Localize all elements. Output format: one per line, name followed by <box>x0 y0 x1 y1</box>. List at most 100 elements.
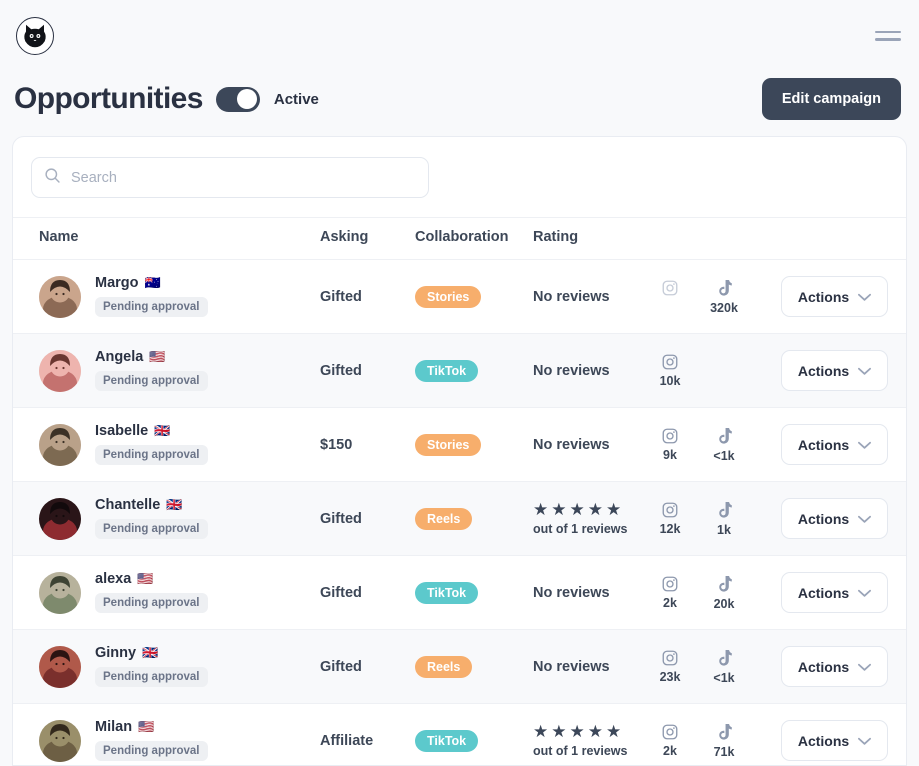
cell-name: Milan 🇺🇸 Pending approval <box>13 704 320 766</box>
cell-actions: Actions <box>773 260 906 334</box>
cell-social-stats: 10k <box>653 334 773 408</box>
avatar[interactable] <box>39 720 81 762</box>
opportunities-table: Name Asking Collaboration Rating Margo 🇦… <box>13 217 906 766</box>
instagram-follower-count: 10k <box>660 374 681 388</box>
tiktok-follower-count: 1k <box>717 523 731 537</box>
tiktok-stat[interactable]: 71k <box>707 723 741 759</box>
table-row[interactable]: Angela 🇺🇸 Pending approval GiftedTikTokN… <box>13 334 906 408</box>
creator-name: Milan 🇺🇸 <box>95 720 208 736</box>
page-title: Opportunities <box>14 82 203 116</box>
cell-social-stats: 23k <1k <box>653 630 773 704</box>
creator-name: Isabelle 🇬🇧 <box>95 424 208 440</box>
edit-campaign-button[interactable]: Edit campaign <box>762 78 901 120</box>
table-row[interactable]: Ginny 🇬🇧 Pending approval GiftedReelsNo … <box>13 630 906 704</box>
actions-label: Actions <box>798 511 849 527</box>
cell-actions: Actions <box>773 630 906 704</box>
column-header-actions <box>773 218 906 260</box>
instagram-stat[interactable]: 2k <box>653 723 687 759</box>
cell-actions: Actions <box>773 556 906 630</box>
column-header-social <box>653 218 773 260</box>
table-row[interactable]: alexa 🇺🇸 Pending approval GiftedTikTokNo… <box>13 556 906 630</box>
status-badge: Pending approval <box>95 593 208 613</box>
country-flag-icon: 🇬🇧 <box>154 424 170 438</box>
instagram-follower-count: 12k <box>660 522 681 536</box>
cell-collaboration: TikTok <box>415 334 533 408</box>
instagram-stat[interactable]: 23k <box>653 649 687 685</box>
cat-face-logo[interactable] <box>16 17 54 55</box>
actions-label: Actions <box>798 363 849 379</box>
creator-name: Chantelle 🇬🇧 <box>95 498 208 514</box>
asking-value: Gifted <box>320 659 362 675</box>
search-icon <box>44 167 61 189</box>
cell-rating: No reviews <box>533 408 653 482</box>
cell-asking: $150 <box>320 408 415 482</box>
cell-rating: ★★★★★ out of 1 reviews <box>533 482 653 556</box>
cell-rating: No reviews <box>533 334 653 408</box>
avatar[interactable] <box>39 276 81 318</box>
cell-actions: Actions <box>773 334 906 408</box>
table-row[interactable]: Margo 🇦🇺 Pending approval GiftedStoriesN… <box>13 260 906 334</box>
star-rating: ★★★★★ <box>533 501 653 518</box>
actions-dropdown-button[interactable]: Actions <box>781 572 888 613</box>
table-row[interactable]: Milan 🇺🇸 Pending approval AffiliateTikTo… <box>13 704 906 766</box>
tiktok-stat[interactable]: 320k <box>707 279 741 315</box>
search-input[interactable] <box>71 170 416 186</box>
tiktok-stat[interactable]: 20k <box>707 575 741 611</box>
creator-name-text: Angela <box>95 350 143 366</box>
star-icon: ★ <box>551 723 566 740</box>
actions-dropdown-button[interactable]: Actions <box>781 720 888 761</box>
cell-rating: No reviews <box>533 556 653 630</box>
actions-dropdown-button[interactable]: Actions <box>781 498 888 539</box>
avatar[interactable] <box>39 498 81 540</box>
top-bar <box>0 0 919 71</box>
instagram-stat[interactable]: 12k <box>653 501 687 537</box>
rating-subtext: out of 1 reviews <box>533 744 653 758</box>
cell-collaboration: TikTok <box>415 704 533 766</box>
creator-name: Margo 🇦🇺 <box>95 276 208 292</box>
avatar[interactable] <box>39 572 81 614</box>
column-header-rating[interactable]: Rating <box>533 218 653 260</box>
actions-label: Actions <box>798 437 849 453</box>
tiktok-follower-count: 320k <box>710 301 738 315</box>
toggle-knob <box>237 89 257 109</box>
cell-asking: Gifted <box>320 630 415 704</box>
actions-dropdown-button[interactable]: Actions <box>781 276 888 317</box>
search-box[interactable] <box>31 157 429 198</box>
hamburger-menu-icon[interactable] <box>875 31 901 41</box>
chevron-down-icon <box>858 659 871 675</box>
page-title-row: Opportunities Active Edit campaign <box>0 71 919 127</box>
cell-social-stats: 2k 20k <box>653 556 773 630</box>
column-header-asking[interactable]: Asking <box>320 218 415 260</box>
table-row[interactable]: Chantelle 🇬🇧 Pending approval GiftedReel… <box>13 482 906 556</box>
actions-dropdown-button[interactable]: Actions <box>781 646 888 687</box>
star-icon: ★ <box>533 723 548 740</box>
status-badge: Pending approval <box>95 667 208 687</box>
instagram-stat[interactable]: 10k <box>653 353 687 388</box>
chevron-down-icon <box>858 289 871 305</box>
avatar[interactable] <box>39 646 81 688</box>
asking-value: $150 <box>320 437 352 453</box>
instagram-stat[interactable]: 2k <box>653 575 687 611</box>
rating-text: No reviews <box>533 659 610 675</box>
column-header-name[interactable]: Name <box>13 218 320 260</box>
instagram-stat[interactable]: 9k <box>653 427 687 463</box>
country-flag-icon: 🇦🇺 <box>145 276 161 290</box>
cell-asking: Gifted <box>320 556 415 630</box>
asking-value: Gifted <box>320 585 362 601</box>
country-flag-icon: 🇺🇸 <box>149 350 165 364</box>
cell-collaboration: Reels <box>415 630 533 704</box>
table-row[interactable]: Isabelle 🇬🇧 Pending approval $150Stories… <box>13 408 906 482</box>
avatar[interactable] <box>39 424 81 466</box>
campaign-active-toggle[interactable] <box>216 87 260 112</box>
cell-rating: No reviews <box>533 630 653 704</box>
tiktok-stat[interactable]: 1k <box>707 501 741 537</box>
instagram-stat[interactable] <box>653 279 687 315</box>
actions-dropdown-button[interactable]: Actions <box>781 350 888 391</box>
tiktok-stat[interactable]: <1k <box>707 427 741 463</box>
column-header-collaboration[interactable]: Collaboration <box>415 218 533 260</box>
actions-label: Actions <box>798 659 849 675</box>
collaboration-badge: Stories <box>415 434 481 456</box>
actions-dropdown-button[interactable]: Actions <box>781 424 888 465</box>
tiktok-stat[interactable]: <1k <box>707 649 741 685</box>
avatar[interactable] <box>39 350 81 392</box>
